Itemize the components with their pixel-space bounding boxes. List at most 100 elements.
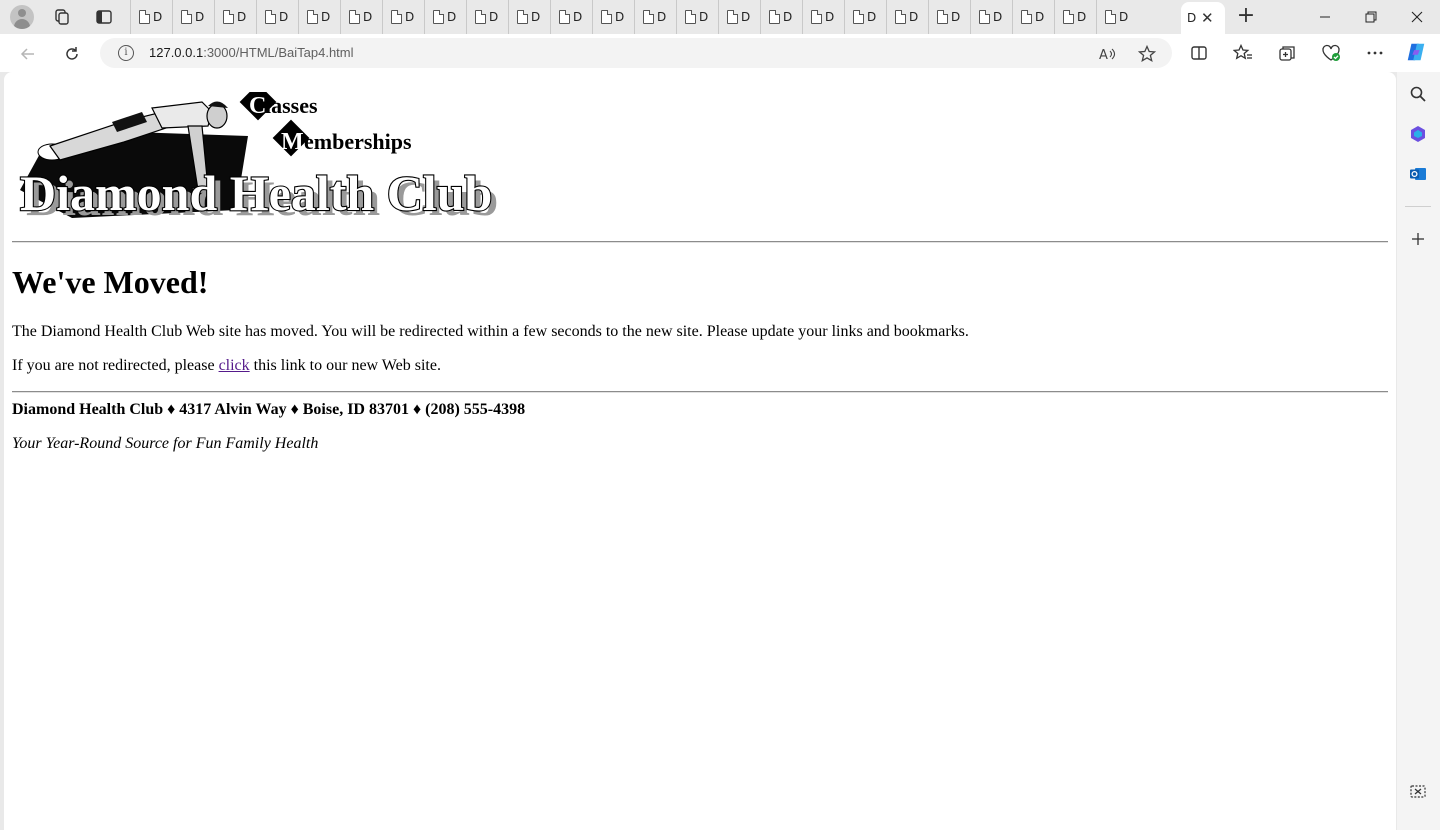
tab-title: D <box>783 10 793 24</box>
tab-title: D <box>321 10 331 24</box>
page-icon <box>853 10 864 24</box>
diamond-health-club-banner: C M lasses emberships Diamond Health Clu… <box>12 83 572 226</box>
split-screen-icon[interactable] <box>1188 42 1210 64</box>
page-icon <box>979 10 990 24</box>
tab-strip: D D D D D D D D D D D D D D D D D D D D D D D D D ✕ + <box>0 0 1440 34</box>
page-icon <box>139 10 150 24</box>
favorite-star-icon[interactable] <box>1136 43 1158 65</box>
read-aloud-icon[interactable]: A <box>1096 43 1118 65</box>
page-icon <box>307 10 318 24</box>
page-icon <box>1063 10 1074 24</box>
browser-tab[interactable]: D <box>256 0 298 34</box>
sidebar-add-icon[interactable] <box>1407 228 1429 250</box>
browser-tab[interactable]: D <box>382 0 424 34</box>
page-icon <box>895 10 906 24</box>
new-tab-button[interactable]: + <box>1234 5 1258 29</box>
redirect-text-after: this link to our new Web site. <box>249 357 441 374</box>
browser-tab[interactable]: D <box>1096 0 1138 34</box>
back-arrow-icon[interactable] <box>14 40 42 68</box>
page-icon <box>181 10 192 24</box>
profile-avatar-icon[interactable] <box>10 5 34 29</box>
browser-tab[interactable]: D <box>1012 0 1054 34</box>
browser-tab[interactable]: D <box>592 0 634 34</box>
browser-tab[interactable]: D <box>550 0 592 34</box>
page-icon <box>727 10 738 24</box>
more-options-icon[interactable] <box>1364 42 1386 64</box>
minimize-button[interactable] <box>1302 0 1348 34</box>
browser-tab[interactable]: D <box>1054 0 1096 34</box>
svg-text:C: C <box>249 93 266 119</box>
browser-tab[interactable]: D <box>718 0 760 34</box>
tab-title: D <box>1077 10 1087 24</box>
tab-title: D <box>237 10 247 24</box>
url-text[interactable]: 127.0.0.1:3000/HTML/BaiTap4.html <box>149 45 354 60</box>
browser-tab[interactable]: D <box>214 0 256 34</box>
sidebar-search-icon[interactable] <box>1407 83 1429 105</box>
browser-tab[interactable]: D <box>298 0 340 34</box>
favorites-icon[interactable] <box>1232 42 1254 64</box>
browser-tab[interactable]: D <box>466 0 508 34</box>
browser-essentials-icon[interactable] <box>1320 42 1342 64</box>
redirect-text-before: If you are not redirected, please <box>12 357 219 374</box>
copilot-icon[interactable] <box>1405 41 1427 63</box>
horizontal-rule-top <box>12 241 1388 243</box>
edge-sidebar <box>1397 72 1440 830</box>
close-window-button[interactable] <box>1394 0 1440 34</box>
tab-title: D <box>615 10 625 24</box>
browser-tab[interactable]: D <box>424 0 466 34</box>
club-address: Diamond Health Club ♦ 4317 Alvin Way ♦ B… <box>12 401 526 418</box>
restore-button[interactable] <box>1348 0 1394 34</box>
browser-tab[interactable]: D <box>130 0 172 34</box>
tab-title: D <box>741 10 751 24</box>
tab-list: DDDDDDDDDDDDDDDDDDDDDDDD <box>130 0 1138 34</box>
site-info-icon[interactable]: i <box>118 45 134 61</box>
tab-title: D <box>867 10 877 24</box>
browser-tab[interactable]: D <box>172 0 214 34</box>
workspaces-icon[interactable] <box>50 5 74 29</box>
browser-tab[interactable]: D <box>760 0 802 34</box>
svg-text:lasses: lasses <box>265 93 318 118</box>
page-icon <box>1021 10 1032 24</box>
browser-tab[interactable]: D <box>844 0 886 34</box>
address-bar[interactable]: i 127.0.0.1:3000/HTML/BaiTap4.html A <box>100 38 1172 68</box>
browser-tab[interactable]: D <box>928 0 970 34</box>
page-icon <box>559 10 570 24</box>
sidebar-m365-icon[interactable] <box>1407 123 1429 145</box>
refresh-icon[interactable] <box>58 40 86 68</box>
page-heading: We've Moved! <box>12 264 209 300</box>
page-icon <box>643 10 654 24</box>
tab-actions-icon[interactable] <box>92 5 116 29</box>
browser-tab[interactable]: D <box>676 0 718 34</box>
tab-title: D <box>993 10 1003 24</box>
page-icon <box>265 10 276 24</box>
page-icon <box>1105 10 1116 24</box>
tab-title: D <box>153 10 163 24</box>
tab-title: D <box>1119 10 1129 24</box>
sidebar-outlook-icon[interactable] <box>1407 163 1429 185</box>
sidebar-screenshot-icon[interactable] <box>1407 781 1429 803</box>
browser-tab[interactable]: D <box>634 0 676 34</box>
browser-toolbar: i 127.0.0.1:3000/HTML/BaiTap4.html A <box>0 34 1440 72</box>
browser-tab[interactable]: D <box>970 0 1012 34</box>
svg-text:A: A <box>1099 48 1108 63</box>
tab-title: D <box>657 10 667 24</box>
page-icon <box>475 10 486 24</box>
tab-title: D <box>531 10 541 24</box>
click-link[interactable]: click <box>219 357 250 374</box>
page-icon <box>601 10 612 24</box>
page-icon <box>811 10 822 24</box>
moved-notice-paragraph: The Diamond Health Club Web site has mov… <box>12 323 969 340</box>
tab-title: D <box>951 10 961 24</box>
browser-tab[interactable]: D <box>508 0 550 34</box>
active-tab-title: D <box>1187 11 1197 25</box>
page-icon <box>685 10 696 24</box>
tab-title: D <box>447 10 457 24</box>
collections-icon[interactable] <box>1276 42 1298 64</box>
browser-tab[interactable]: D <box>802 0 844 34</box>
redirect-paragraph: If you are not redirected, please click … <box>12 357 441 375</box>
browser-tab[interactable]: D <box>340 0 382 34</box>
page-icon <box>433 10 444 24</box>
close-tab-icon[interactable]: ✕ <box>1201 9 1214 27</box>
browser-tab[interactable]: D <box>886 0 928 34</box>
active-tab[interactable]: D ✕ <box>1181 2 1225 34</box>
